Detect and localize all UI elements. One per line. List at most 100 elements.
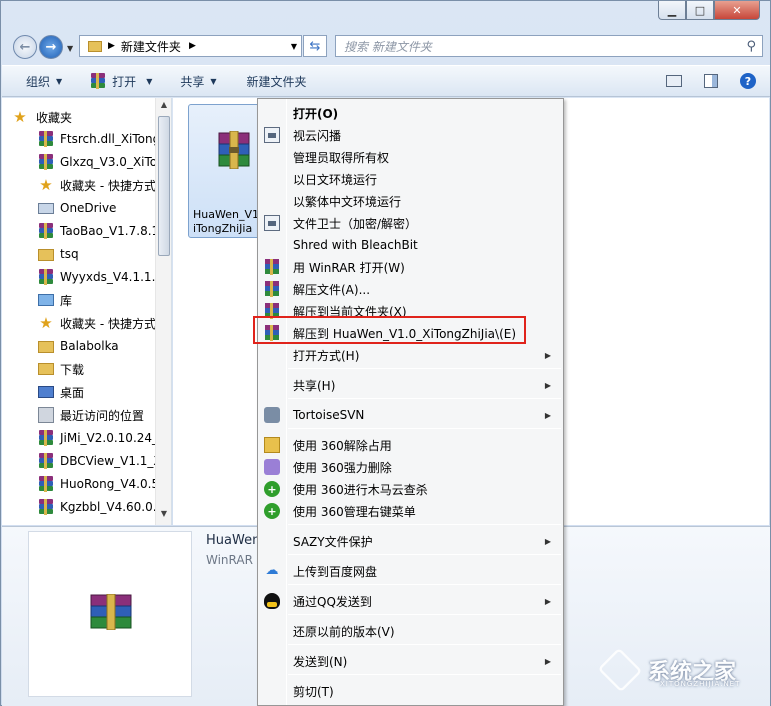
nav-item[interactable]: ★ 收藏夹 - 快捷方式	[38, 174, 156, 196]
favorites-header[interactable]: ★ 收藏夹	[12, 106, 168, 128]
menu-item-label: 使用 360强力删除	[293, 460, 392, 475]
context-menu-item[interactable]: 解压文件(A)...	[260, 278, 561, 300]
download-folder-icon	[38, 363, 54, 375]
submenu-arrow-icon: ▶	[544, 596, 551, 606]
context-menu-item[interactable]: 用 WinRAR 打开(W)	[260, 256, 561, 278]
share-button[interactable]: 共享 ▼	[180, 73, 216, 90]
nav-item[interactable]: Balabolka	[38, 335, 119, 357]
forward-button[interactable]: →	[39, 35, 63, 59]
nav-item-label: Ftsrch.dll_XiTongZ	[60, 132, 169, 146]
help-icon[interactable]: ?	[740, 73, 756, 89]
new-folder-button[interactable]: 新建文件夹	[247, 73, 307, 90]
search-placeholder: 搜索 新建文件夹	[344, 39, 432, 54]
minimize-button[interactable]: ▁	[658, 1, 686, 20]
context-menu-item[interactable]: SAZY文件保护 ▶	[260, 530, 561, 552]
winrar-archive-icon	[218, 131, 250, 169]
context-menu-item[interactable]: 剪切(T)	[260, 680, 561, 702]
context-menu-item[interactable]: 还原以前的版本(V)	[260, 620, 561, 642]
nav-item[interactable]: DBCView_V1.1_Xi	[38, 450, 165, 472]
winrar-icon	[264, 281, 280, 297]
winrar-icon	[90, 73, 106, 89]
search-icon[interactable]: ⚲	[746, 39, 756, 54]
box-icon	[264, 127, 280, 143]
context-menu-item[interactable]: 视云闪播	[260, 124, 561, 146]
menu-item-label: 用 WinRAR 打开(W)	[293, 260, 405, 275]
context-menu-item[interactable]: 以日文环境运行	[260, 168, 561, 190]
nav-item[interactable]: OneDrive	[38, 197, 116, 219]
nav-item[interactable]: Glxzq_V3.0_XiToi	[38, 151, 160, 173]
context-menu-item[interactable]: 以繁体中文环境运行	[260, 190, 561, 212]
nav-scrollbar[interactable]: ▲ ▼	[155, 98, 171, 525]
menu-item-label: 发送到(N)	[293, 654, 348, 669]
context-menu-item[interactable]: 打开方式(H) ▶	[260, 344, 561, 366]
nav-item[interactable]: HuoRong_V4.0.5	[38, 473, 159, 495]
nav-item[interactable]: Kgzbbl_V4.60.0.5	[38, 496, 164, 518]
selected-file-item[interactable]: HuaWen_V1 iTongZhiJia	[188, 104, 268, 238]
context-menu-item[interactable]: + 使用 360管理右键菜单	[260, 500, 561, 522]
scroll-up-icon[interactable]: ▲	[156, 100, 171, 114]
address-bar[interactable]: ▶ 新建文件夹 ▶ ▼	[79, 35, 302, 57]
menu-separator	[288, 554, 561, 555]
menu-item-label: TortoiseSVN	[293, 408, 365, 422]
organize-button[interactable]: 组织 ▼	[26, 73, 62, 90]
submenu-arrow-icon: ▶	[544, 350, 551, 360]
context-menu-item[interactable]: ☁ 上传到百度网盘	[260, 560, 561, 582]
nav-item-label: Kgzbbl_V4.60.0.5	[60, 500, 165, 514]
nav-item[interactable]: TaoBao_V1.7.8.1	[38, 220, 159, 242]
highlight-box	[253, 316, 526, 344]
context-menu-item[interactable]: 使用 360解除占用	[260, 434, 561, 456]
box-icon	[264, 215, 280, 231]
maximize-button[interactable]: □	[686, 1, 714, 20]
nav-item-label: Wyyxds_V4.1.1.1	[60, 270, 164, 284]
nav-item-label: JiMi_V2.0.10.24_2	[60, 431, 166, 445]
nav-item[interactable]: 库	[38, 289, 72, 311]
nav-item-label: 桌面	[60, 385, 85, 400]
winrar-icon	[38, 131, 54, 147]
change-view-icon[interactable]	[666, 75, 682, 87]
breadcrumb-arrow-icon[interactable]: ▶	[189, 41, 196, 51]
nav-item[interactable]: ★ 收藏夹 - 快捷方式	[38, 312, 156, 334]
context-menu-item[interactable]: 打开(O)	[260, 102, 561, 124]
nav-item[interactable]: 下载	[38, 358, 84, 380]
context-menu-item[interactable]: 共享(H) ▶	[260, 374, 561, 396]
context-menu-item[interactable]: + 使用 360进行木马云查杀	[260, 478, 561, 500]
scrollbar-thumb[interactable]	[158, 116, 170, 256]
nav-item[interactable]: Ftsrch.dll_XiTongZ	[38, 128, 168, 150]
address-dropdown-icon[interactable]: ▼	[291, 42, 297, 51]
context-menu-item[interactable]: Shred with BleachBit	[260, 234, 561, 256]
breadcrumb-current[interactable]: 新建文件夹	[121, 38, 181, 55]
menu-item-label: 使用 360管理右键菜单	[293, 504, 416, 519]
nav-item-label: 收藏夹 - 快捷方式	[60, 178, 156, 193]
nav-item-label: TaoBao_V1.7.8.1	[60, 224, 160, 238]
menu-item-label: 打开方式(H)	[293, 348, 360, 363]
context-menu-item[interactable]: 管理员取得所有权	[260, 146, 561, 168]
winrar-icon	[38, 223, 54, 239]
preview-pane-icon[interactable]	[704, 74, 718, 88]
nav-item[interactable]: 最近访问的位置	[38, 404, 144, 426]
nav-item-label: Glxzq_V3.0_XiToi	[60, 155, 161, 169]
nav-item[interactable]: 桌面	[38, 381, 84, 403]
context-menu-item[interactable]: 通过QQ发送到 ▶	[260, 590, 561, 612]
menu-item-label: SAZY文件保护	[293, 534, 373, 549]
scroll-down-icon[interactable]: ▼	[156, 509, 171, 523]
open-button[interactable]: 打开 ▼	[90, 73, 152, 90]
search-input[interactable]: 搜索 新建文件夹 ⚲	[335, 35, 763, 57]
nav-item[interactable]: tsq	[38, 243, 79, 265]
context-menu-item[interactable]: 发送到(N) ▶	[260, 650, 561, 672]
context-menu-item[interactable]: 使用 360强力删除	[260, 456, 561, 478]
desktop-icon	[38, 386, 54, 398]
context-menu: 打开(O) 视云闪播 管理员取得所有权 以日文环境运行 以繁体中文环境运行 文件卫士（加密…	[257, 98, 564, 706]
winrar-icon	[264, 259, 280, 275]
refresh-button[interactable]: ⇆	[303, 35, 327, 57]
back-button[interactable]: ←	[13, 35, 37, 59]
recent-places-icon	[38, 407, 54, 423]
breadcrumb-arrow-icon[interactable]: ▶	[108, 41, 115, 51]
navigation-pane: ★ 收藏夹 Ftsrch.dll_XiTongZ Glxzq_V3.0_XiToi…	[2, 98, 172, 525]
nav-item[interactable]: Wyyxds_V4.1.1.1	[38, 266, 163, 288]
nav-item[interactable]: JiMi_V2.0.10.24_2	[38, 427, 166, 449]
winrar-icon	[38, 499, 54, 515]
context-menu-item[interactable]: 文件卫士（加密/解密）	[260, 212, 561, 234]
close-button[interactable]: ✕	[714, 1, 760, 20]
context-menu-item[interactable]: TortoiseSVN ▶	[260, 404, 561, 426]
recent-pages-dropdown[interactable]: ▼	[67, 44, 73, 53]
